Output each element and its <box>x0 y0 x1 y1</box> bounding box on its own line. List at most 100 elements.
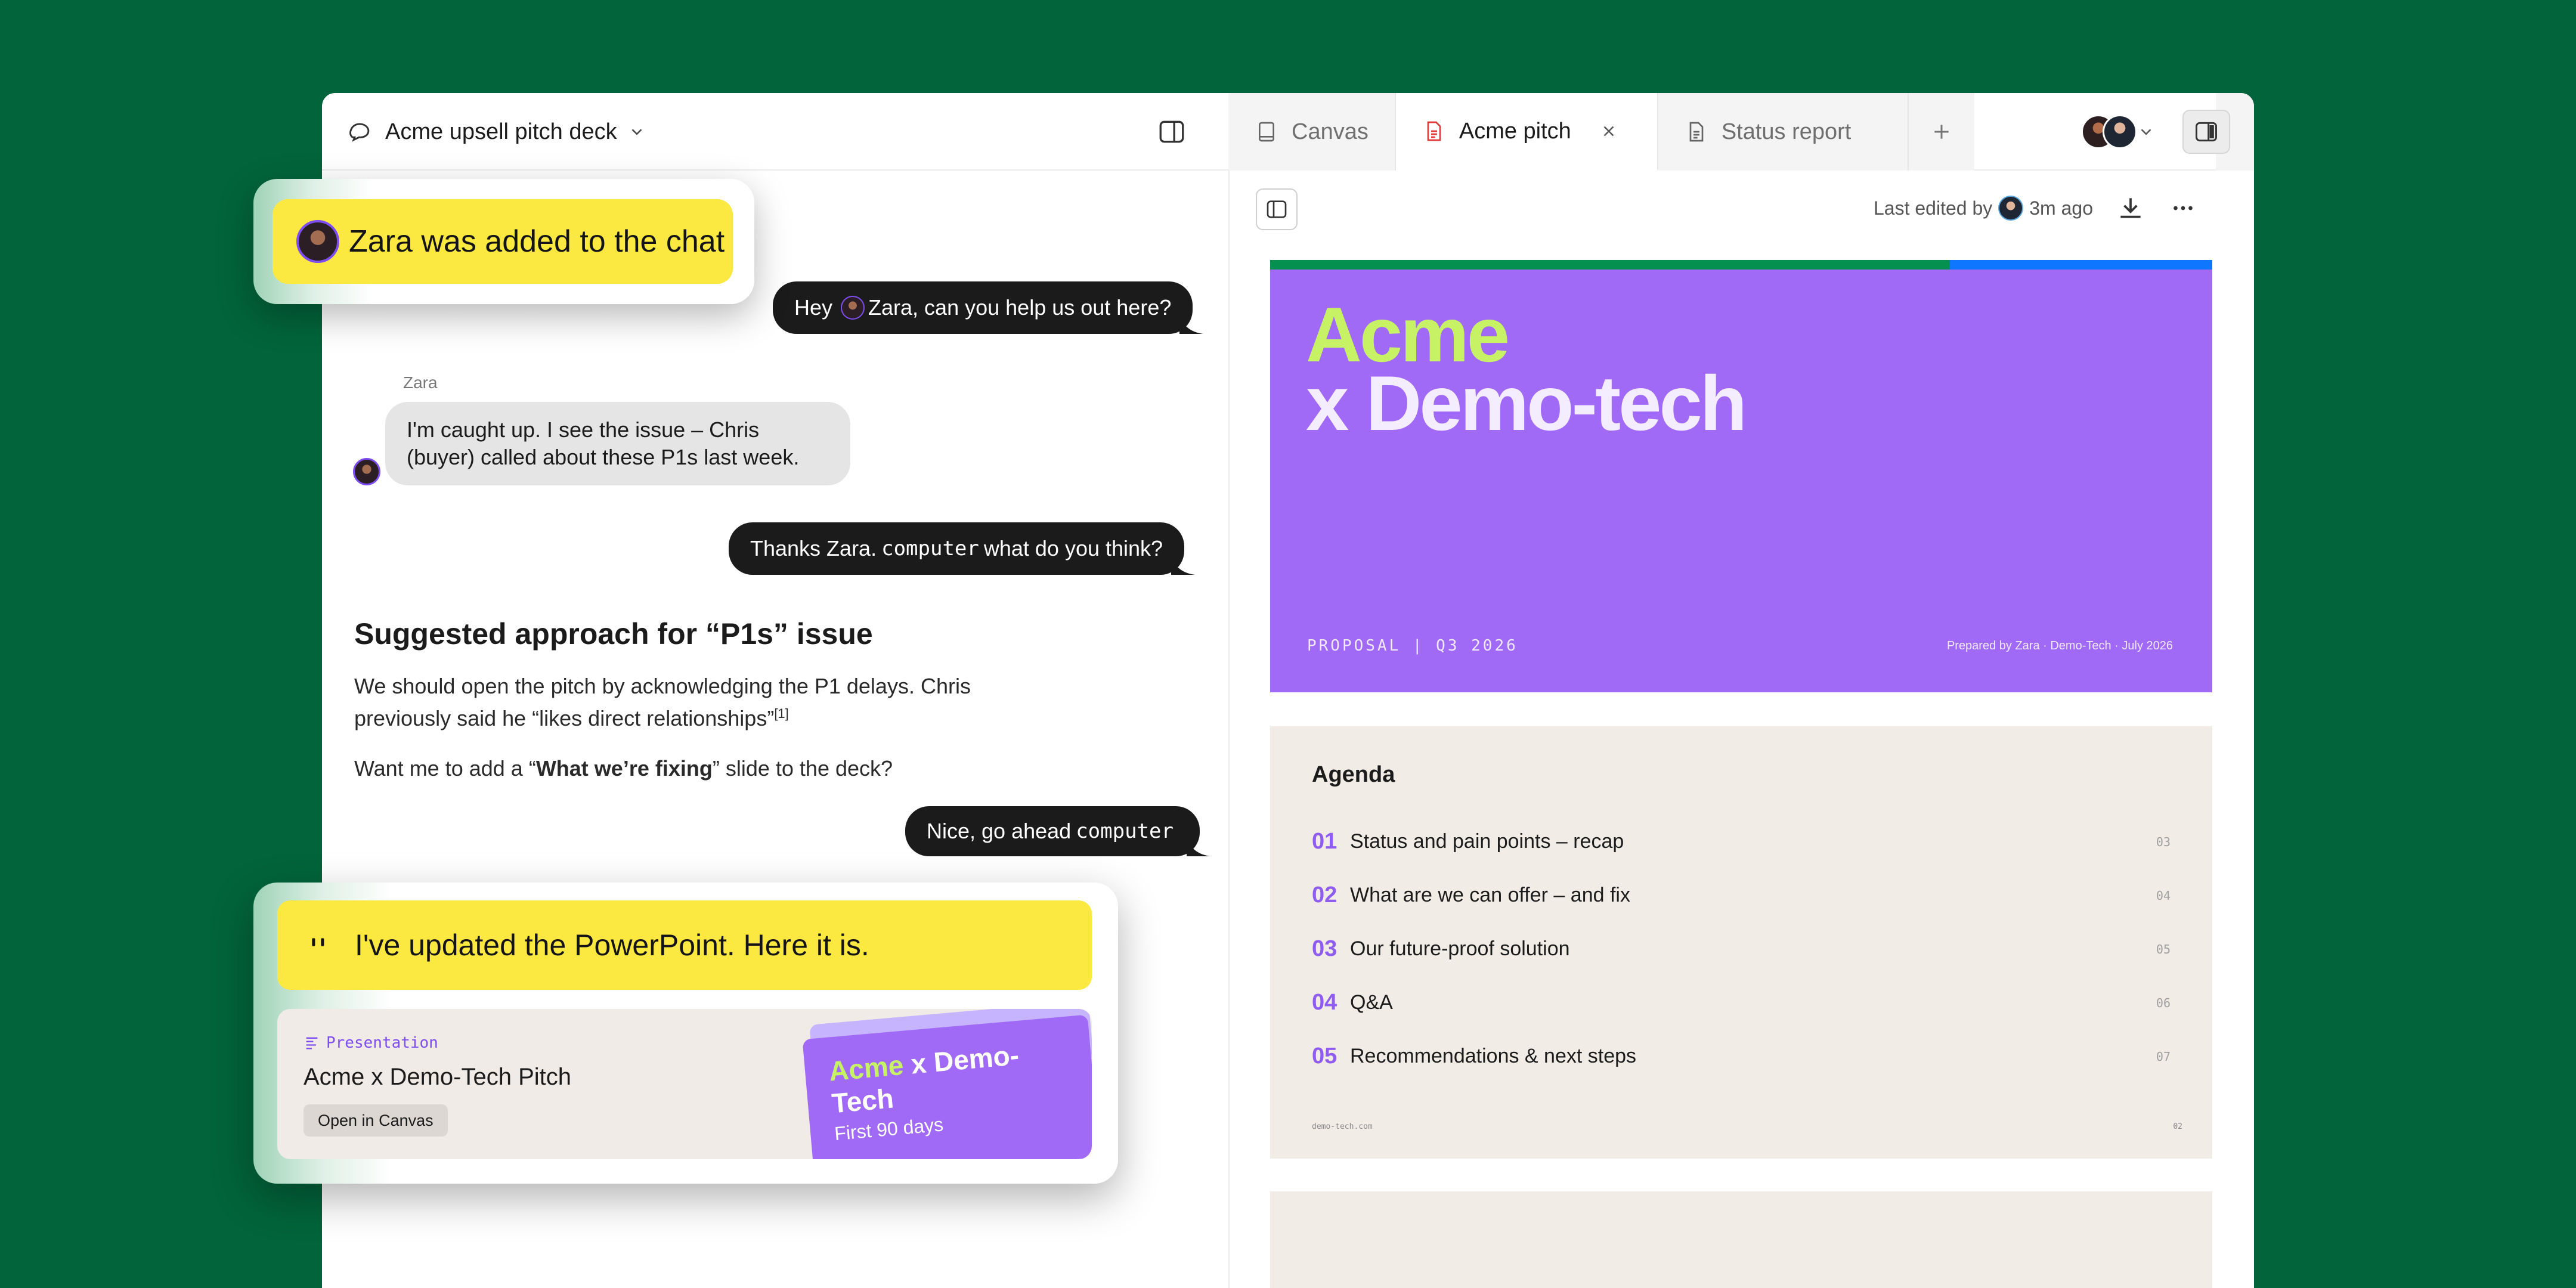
question-text: Want me to add a “ <box>354 756 536 781</box>
question-text: ” slide to the deck? <box>712 756 893 781</box>
slide-title-line2: x Demo-tech <box>1306 360 1747 447</box>
next-slide[interactable] <box>1270 1191 2212 1288</box>
assistant-reply-text: I've updated the PowerPoint. Here it is. <box>355 928 869 962</box>
download-icon[interactable] <box>2116 193 2145 223</box>
agenda-page: 07 <box>2156 1049 2171 1064</box>
quote-icon <box>312 938 324 946</box>
computer-token: computer <box>881 537 979 561</box>
slides-panel-button[interactable] <box>1256 188 1298 230</box>
document-icon <box>1427 121 1441 141</box>
tab-label: Canvas <box>1292 119 1368 144</box>
chat-header: Acme upsell pitch deck <box>322 93 1228 171</box>
agenda-page: 06 <box>2156 995 2171 1010</box>
canvas-tabs: Canvas Acme pitch Status report <box>1228 93 1974 171</box>
attachment-type: Presentation <box>304 1034 438 1052</box>
suggestion-question: Want me to add a “What we’re fixing” sli… <box>354 755 1129 782</box>
agenda-page: 05 <box>2156 942 2171 956</box>
zara-mention-avatar <box>841 296 865 320</box>
last-edited-time: 3m ago <box>2029 197 2093 219</box>
sidebar-icon <box>1267 200 1287 218</box>
prepared-by: Prepared by Zara · Demo-Tech · July 2026 <box>1946 639 2173 652</box>
chat-bubble-icon <box>349 123 370 142</box>
agenda-label: Our future-proof solution <box>1350 937 1570 960</box>
avatar <box>1998 196 2024 221</box>
avatar <box>353 458 380 485</box>
slide-name: What we’re fixing <box>535 756 713 781</box>
chevron-down-icon <box>2141 129 2151 135</box>
canvas-toolbar: Last edited by 3m ago <box>1230 171 2254 248</box>
right-panel-icon <box>2196 122 2217 142</box>
last-edited: Last edited by 3m ago <box>1874 196 2093 221</box>
open-in-canvas-button[interactable]: Open in Canvas <box>304 1104 448 1137</box>
tab-label: Status report <box>1721 119 1852 144</box>
bubble-tail <box>1179 316 1204 334</box>
new-tab-button[interactable] <box>1908 93 1974 171</box>
agenda-item: 05 Recommendations & next steps 07 <box>1312 1044 2171 1069</box>
book-icon <box>1259 122 1274 142</box>
attachment-title: Acme x Demo-Tech Pitch <box>304 1064 572 1090</box>
last-edited-label: Last edited by <box>1874 197 1993 219</box>
top-bar: Acme upsell pitch deck Canvas Acme pitch… <box>322 93 2254 171</box>
message-bubble: Hey Zara, can you help us out here? <box>773 281 1204 334</box>
agenda-number: 04 <box>1312 990 1337 1015</box>
suggestion-heading: Suggested approach for “P1s” issue <box>354 617 873 651</box>
agenda-page: 04 <box>2156 888 2171 903</box>
agenda-title: Agenda <box>1312 762 1395 787</box>
presentation-icon <box>306 1037 318 1049</box>
agenda-number: 03 <box>1312 936 1337 961</box>
plus-icon <box>1934 125 1949 139</box>
agenda-label: Recommendations & next steps <box>1350 1045 1637 1067</box>
title-slide[interactable]: Acme x Demo-tech PROPOSAL | Q3 2026 Prep… <box>1270 260 2212 692</box>
agenda-item: 02 What are we can offer – and fix 04 <box>1312 883 2171 908</box>
more-icon[interactable] <box>2168 193 2198 223</box>
attachment-type-label: Presentation <box>326 1034 438 1052</box>
agenda-label: What are we can offer – and fix <box>1350 884 1630 906</box>
slide-accent-bar <box>1950 260 2212 270</box>
citation-link[interactable]: [1] <box>774 706 788 721</box>
agenda-number: 02 <box>1312 883 1337 908</box>
message-text: what do you think? <box>983 536 1163 561</box>
participant-added-pill: Zara was added to the chat <box>273 199 733 284</box>
sidebar-toggle-icon[interactable] <box>1157 117 1187 147</box>
agenda-number: 01 <box>1312 829 1337 854</box>
chat-title[interactable]: Acme upsell pitch deck <box>385 119 617 145</box>
close-icon[interactable] <box>1600 122 1618 140</box>
suggestion-body: We should open the pitch by acknowledgin… <box>354 673 1010 732</box>
toast-text: Zara was added to the chat <box>349 224 725 259</box>
slide-accent-bar <box>1270 260 1950 270</box>
agenda-slide[interactable]: Agenda 01 Status and pain points – recap… <box>1270 726 2212 1159</box>
bubble-tail <box>1186 838 1210 856</box>
message-text: Nice, go ahead <box>927 819 1072 843</box>
slide-footer: demo-tech.com <box>1312 1122 1373 1131</box>
participant-added-toast: Zara was added to the chat <box>253 179 754 304</box>
agenda-label: Status and pain points – recap <box>1350 830 1624 853</box>
agenda-number: 05 <box>1312 1044 1337 1069</box>
message-bubble: Thanks Zara. computer what do you think? <box>729 522 1196 575</box>
agenda-label: Q&A <box>1350 991 1393 1014</box>
computer-token: computer <box>1076 819 1174 843</box>
message-text: Hey <box>794 295 833 320</box>
pane-divider[interactable] <box>1228 171 1230 1288</box>
document-icon <box>1689 122 1704 142</box>
agenda-item: 01 Status and pain points – recap 03 <box>1312 829 2171 854</box>
chevron-down-icon[interactable] <box>628 123 646 141</box>
panel-toggle-button[interactable] <box>2182 110 2230 154</box>
message-bubble: Nice, go ahead computer <box>905 806 1210 856</box>
tab-canvas[interactable]: Canvas <box>1228 93 1396 171</box>
avatar <box>296 220 339 263</box>
collaborators[interactable] <box>2081 114 2155 149</box>
agenda-item: 03 Our future-proof solution 05 <box>1312 936 2171 962</box>
tab-status-report[interactable]: Status report <box>1658 93 1909 171</box>
message-bubble: I'm caught up. I see the issue – Chris (… <box>385 402 850 485</box>
tab-acme-pitch[interactable]: Acme pitch <box>1395 93 1658 171</box>
thumbnail-acme: Acme <box>828 1049 905 1087</box>
sender-name: Zara <box>403 373 438 392</box>
agenda-item: 04 Q&A 06 <box>1312 990 2171 1015</box>
avatar <box>2103 114 2137 149</box>
tab-label: Acme pitch <box>1459 118 1571 144</box>
assistant-reply: I've updated the PowerPoint. Here it is. <box>277 900 1092 990</box>
agenda-page: 03 <box>2156 834 2171 849</box>
presentation-attachment[interactable]: Presentation Acme x Demo-Tech Pitch Open… <box>277 1009 1092 1159</box>
message-text: Zara, can you help us out here? <box>868 295 1172 320</box>
message-text: Thanks Zara. <box>750 536 877 561</box>
